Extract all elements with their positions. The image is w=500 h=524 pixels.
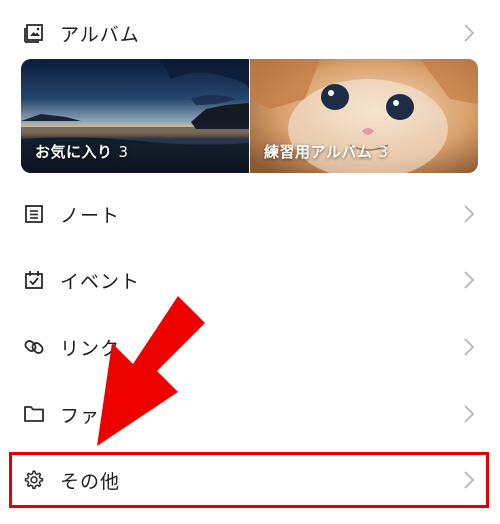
red-arrow-annotation bbox=[97, 296, 205, 446]
menu-screen: アルバム お気に入り 3 練習用アルバム 3 ノート イベント リンク ファ そ… bbox=[0, 0, 500, 524]
